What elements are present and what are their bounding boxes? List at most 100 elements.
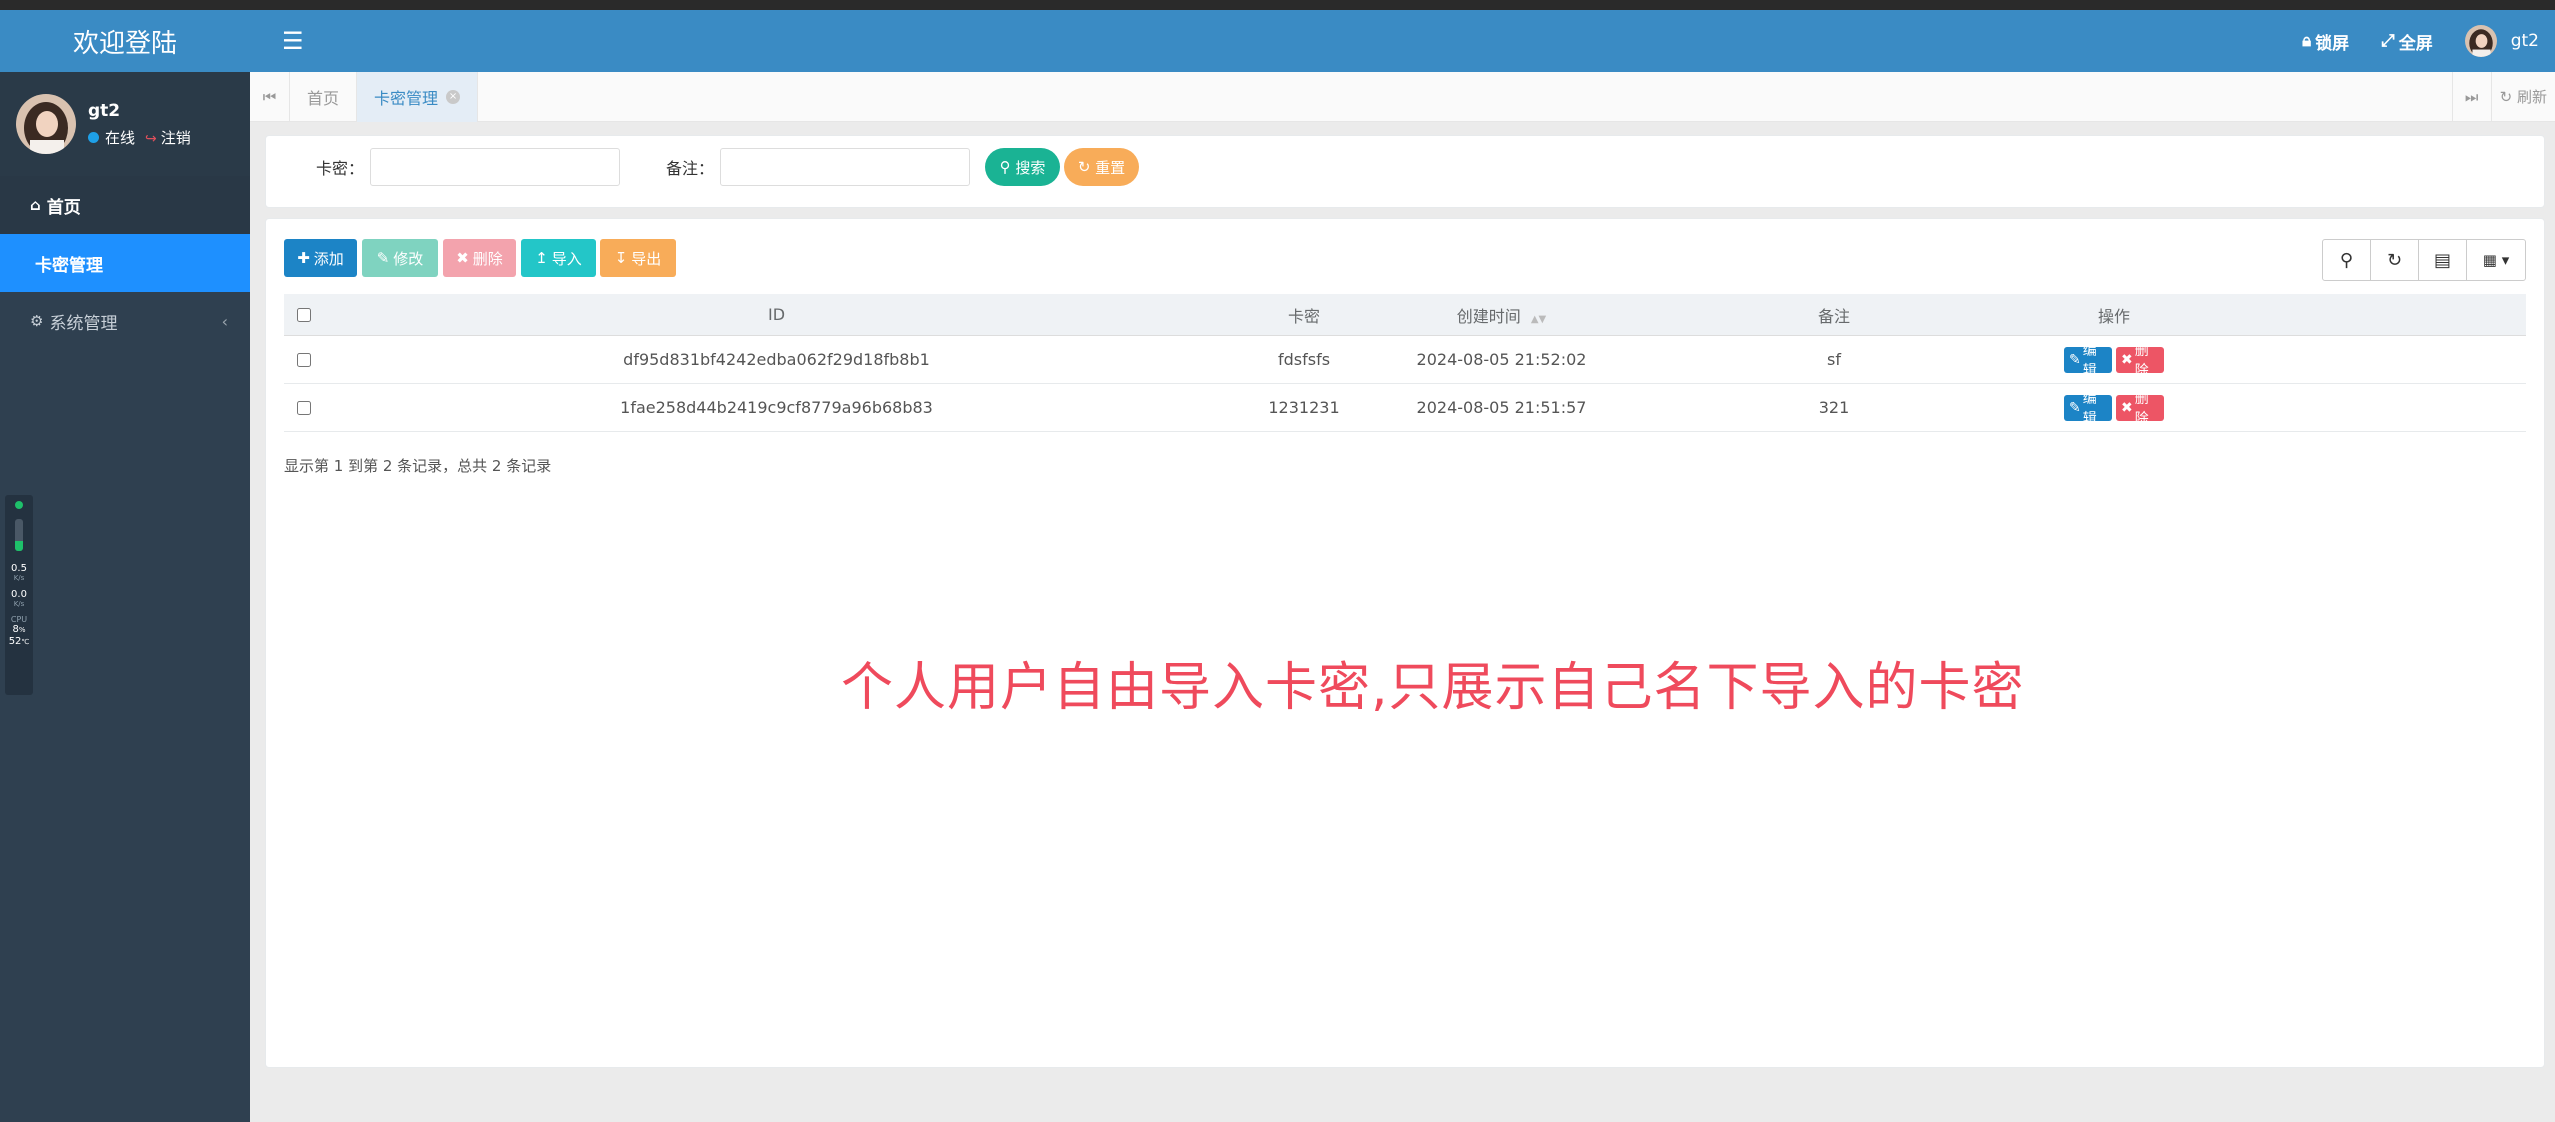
cell-created: 2024-08-05 21:52:02 xyxy=(1416,350,1587,369)
tab-home[interactable]: 首页 xyxy=(290,71,358,122)
close-icon: ✖ xyxy=(2121,399,2133,416)
temperature-unit: ℃ xyxy=(21,638,30,646)
system-monitor-widget[interactable]: 0.5 K/s 0.0 K/s CPU 8% 52℃ xyxy=(5,495,33,695)
lock-icon: 🔒︎ xyxy=(2302,31,2312,51)
search-toggle-icon[interactable]: ⚲ xyxy=(2323,240,2371,280)
avatar[interactable] xyxy=(16,94,76,154)
gear-icon: ⚙ xyxy=(30,312,44,330)
download-speed: 0.0 xyxy=(11,589,27,600)
sidebar-item-home[interactable]: ⌂ 首页 xyxy=(0,176,250,234)
search-button[interactable]: ⚲ 搜索 xyxy=(985,148,1060,186)
cell-note: sf xyxy=(1827,350,1841,369)
close-icon: ✖ xyxy=(2121,351,2133,368)
card-search-field: 卡密： xyxy=(316,148,621,186)
column-header-id[interactable]: ID xyxy=(324,305,1229,324)
pagination-summary: 显示第 1 到第 2 条记录，总共 2 条记录 xyxy=(284,457,552,475)
sort-icon: ▲▼ xyxy=(1530,313,1547,325)
refresh-icon: ↻ xyxy=(2499,88,2513,106)
expand-icon: ⤢ xyxy=(2381,31,2395,51)
sidebar-brand: 欢迎登陆 xyxy=(0,10,250,72)
memory-level-fill xyxy=(15,541,23,551)
table-header-row: ID 卡密 创建时间 ▲▼ 备注 操作 xyxy=(284,294,2526,336)
menu-toggle-icon[interactable]: ☰ xyxy=(282,27,304,55)
temperature-value: 52 xyxy=(8,636,22,647)
cpu-label: CPU xyxy=(10,615,28,624)
edit-button[interactable]: ✎ 修改 xyxy=(362,239,438,277)
avatar xyxy=(2464,25,2497,57)
card-label: 卡密： xyxy=(316,159,365,178)
sidebar-item-label: 首页 xyxy=(46,197,81,218)
sidebar-item-system-management[interactable]: ⚙ 系统管理 ‹ xyxy=(0,292,250,350)
tab-scroll-right-icon[interactable]: ⏭︎ xyxy=(2451,71,2492,122)
import-button[interactable]: ↥ 导入 xyxy=(521,239,596,277)
delete-button[interactable]: ✖ 删除 xyxy=(443,239,516,277)
sidebar-item-label: 系统管理 xyxy=(49,313,118,334)
refresh-tab-button[interactable]: ↻ 刷新 xyxy=(2492,86,2555,107)
cpu-unit: % xyxy=(18,626,26,634)
card-view-icon[interactable]: ▤ xyxy=(2419,240,2467,280)
reset-button[interactable]: ↻ 重置 xyxy=(1064,148,1139,186)
edit-icon: ✎ xyxy=(2069,351,2081,368)
sign-out-icon: ↪ xyxy=(145,130,157,147)
note-label: 备注： xyxy=(666,159,715,178)
table-row[interactable]: 1fae258d44b2419c9cf8779a96b68b83 1231231… xyxy=(284,384,2526,432)
close-icon[interactable]: × xyxy=(446,89,461,104)
sidebar-item-label: 卡密管理 xyxy=(35,255,103,276)
table-tools: ⚲ ↻ ▤ ▦ ▾ xyxy=(2322,239,2526,281)
edit-icon: ✎ xyxy=(376,249,390,267)
overlay-caption: 个人用户自由导入卡密,只展示自己名下导入的卡密 xyxy=(841,658,2025,718)
header-username: gt2 xyxy=(2510,31,2539,51)
cell-card: fdsfsfs xyxy=(1277,350,1331,369)
tab-scroll-left-icon[interactable]: ⏮︎ xyxy=(250,71,290,122)
row-edit-button[interactable]: ✎ 编辑 xyxy=(2064,391,2112,427)
window-top-strip xyxy=(0,0,2555,10)
row-delete-button[interactable]: ✖ 删除 xyxy=(2116,391,2164,427)
user-name: gt2 xyxy=(88,100,121,121)
cell-created: 2024-08-05 21:51:57 xyxy=(1416,398,1587,417)
column-header-created[interactable]: 创建时间 ▲▼ xyxy=(1379,303,1604,327)
add-button[interactable]: ✚ 添加 xyxy=(284,239,357,277)
lock-screen-button[interactable]: 🔒︎ 锁屏 xyxy=(2302,29,2349,54)
select-all-checkbox[interactable] xyxy=(297,307,311,322)
download-unit: K/s xyxy=(13,600,25,608)
note-input[interactable] xyxy=(720,148,971,186)
table-row[interactable]: df95d831bf4242edba062f29d18fb8b1 fdsfsfs… xyxy=(284,336,2526,384)
columns-dropdown-icon[interactable]: ▦ ▾ xyxy=(2467,240,2525,280)
fullscreen-button[interactable]: ⤢ 全屏 xyxy=(2381,29,2433,54)
data-table: ID 卡密 创建时间 ▲▼ 备注 操作 df95d831bf4242edba062… xyxy=(284,294,2526,432)
row-checkbox[interactable] xyxy=(297,352,311,367)
cell-id: df95d831bf4242edba062f29d18fb8b1 xyxy=(623,350,930,369)
online-dot-icon xyxy=(88,131,99,143)
upload-unit: K/s xyxy=(13,574,25,582)
search-icon: ⚲ xyxy=(999,158,1011,176)
user-panel: gt2 在线 ↪ 注销 xyxy=(0,72,250,176)
close-icon: ✖ xyxy=(456,249,469,267)
sidebar-item-card-management[interactable]: 卡密管理 xyxy=(0,234,250,292)
online-status: 在线 xyxy=(88,127,135,148)
refresh-icon: ↻ xyxy=(1077,158,1091,176)
top-header: ☰ 🔒︎ 锁屏 ⤢ 全屏 gt2 xyxy=(250,10,2555,72)
tab-card-management[interactable]: 卡密管理 × xyxy=(357,71,479,122)
chevron-left-icon: ‹ xyxy=(221,311,228,331)
row-delete-button[interactable]: ✖ 删除 xyxy=(2116,343,2164,379)
note-search-field: 备注： xyxy=(666,148,971,186)
user-menu[interactable]: gt2 xyxy=(2464,25,2539,57)
export-button[interactable]: ↧ 导出 xyxy=(600,239,676,277)
edit-icon: ✎ xyxy=(2069,399,2081,416)
row-checkbox[interactable] xyxy=(297,400,311,415)
column-header-card[interactable]: 卡密 xyxy=(1229,303,1379,327)
card-input[interactable] xyxy=(370,148,621,186)
download-icon: ↧ xyxy=(614,249,628,267)
cell-note: 321 xyxy=(1818,398,1850,417)
status-dot-icon xyxy=(15,501,23,509)
logout-link[interactable]: ↪ 注销 xyxy=(145,127,191,148)
search-panel: 卡密： 备注： ⚲ 搜索 ↻ 重置 xyxy=(265,135,2545,208)
table-panel: ✚ 添加 ✎ 修改 ✖ 删除 ↥ 导入 ↧ 导出 ⚲ ↻ ▤ ▦ ▾ ID 卡密 创建时间… xyxy=(265,218,2545,1068)
row-edit-button[interactable]: ✎ 编辑 xyxy=(2064,343,2112,379)
cell-id: 1fae258d44b2419c9cf8779a96b68b83 xyxy=(620,398,933,417)
column-header-note[interactable]: 备注 xyxy=(1604,303,2064,327)
refresh-icon[interactable]: ↻ xyxy=(2371,240,2419,280)
sidebar: 欢迎登陆 gt2 在线 ↪ 注销 ⌂ 首页 卡密管理 ⚙ 系统管理 ‹ xyxy=(0,10,250,1122)
home-icon: ⌂ xyxy=(30,196,41,214)
plus-icon: ✚ xyxy=(297,249,310,267)
